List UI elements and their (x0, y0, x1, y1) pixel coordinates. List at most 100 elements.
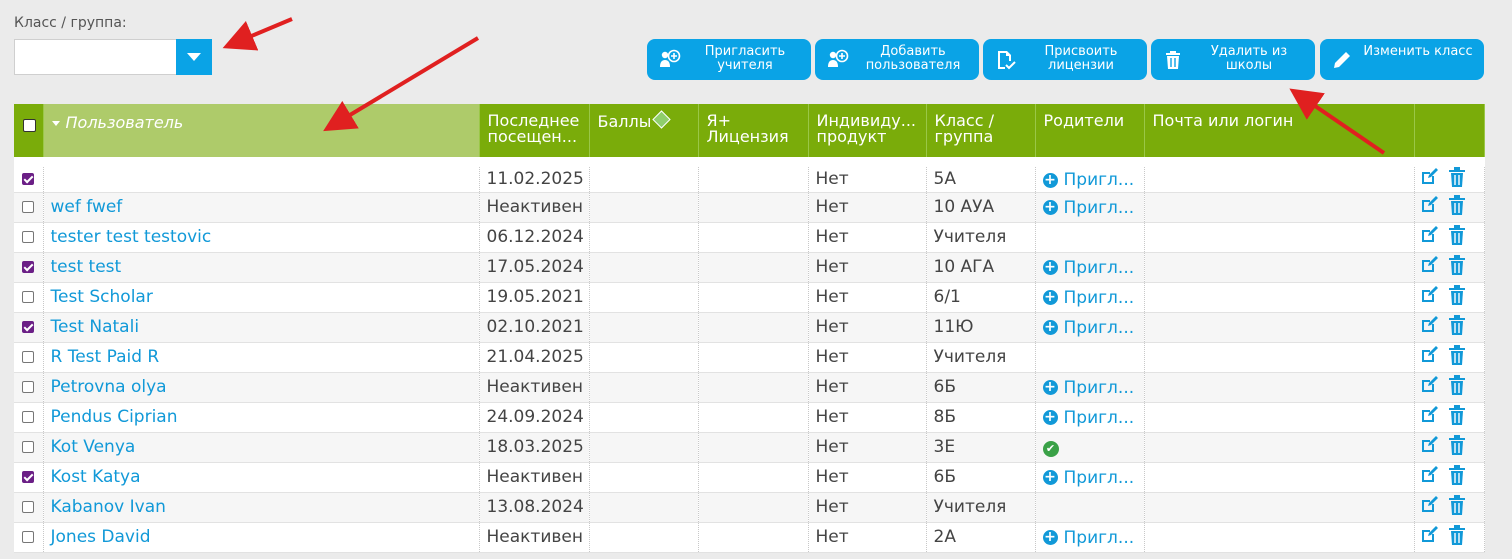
user-name-link[interactable]: Kabanov Ivan (51, 497, 166, 517)
edit-icon[interactable] (1420, 406, 1438, 424)
row-checkbox[interactable] (22, 321, 34, 333)
edit-class-button[interactable]: Изменить класс (1320, 39, 1484, 80)
edit-icon[interactable] (1420, 376, 1438, 394)
edit-icon[interactable] (1420, 346, 1438, 364)
table-row[interactable]: test test 17.05.2024 Нет 10 АГА + Пригл..… (14, 252, 1485, 283)
row-select-cell[interactable] (14, 342, 44, 373)
user-name-link[interactable]: Kost Katya (51, 467, 141, 487)
trash-icon[interactable] (1448, 255, 1466, 275)
edit-icon[interactable] (1420, 286, 1438, 304)
row-checkbox[interactable] (22, 351, 34, 363)
row-select-cell[interactable] (14, 192, 44, 223)
select-all-header[interactable] (14, 104, 44, 162)
table-row[interactable]: Test Scholar 19.05.2021 Нет 6/1 + Пригл..… (14, 282, 1485, 313)
user-name-cell[interactable]: Test Natali (43, 312, 480, 343)
remove-from-school-button[interactable]: Удалить из школы (1151, 39, 1315, 80)
table-row[interactable]: 11.02.2025 Нет 5А + Пригл... (14, 157, 1485, 193)
row-select-cell[interactable] (14, 462, 44, 493)
invite-parent-link[interactable]: + Пригл... (1042, 318, 1134, 338)
row-checkbox[interactable] (22, 471, 34, 483)
invite-parent-link[interactable]: + Пригл... (1042, 258, 1134, 278)
row-checkbox[interactable] (22, 291, 34, 303)
trash-icon[interactable] (1448, 195, 1466, 215)
trash-icon[interactable] (1448, 495, 1466, 515)
table-row[interactable]: wef fwef Неактивен Нет 10 АУА + Пригл... (14, 192, 1485, 223)
column-header-last-visit[interactable]: Последнее посещен... (479, 104, 590, 162)
edit-icon[interactable] (1420, 526, 1438, 544)
row-checkbox[interactable] (22, 173, 34, 186)
row-checkbox[interactable] (22, 261, 34, 273)
invite-parent-link[interactable]: + Пригл... (1042, 288, 1134, 308)
column-header-parents[interactable]: Родители (1035, 104, 1145, 162)
table-row[interactable]: R Test Paid R 21.04.2025 Нет Учителя (14, 342, 1485, 373)
row-select-cell[interactable] (14, 222, 44, 253)
user-name-cell[interactable]: R Test Paid R (43, 342, 480, 373)
column-header-class-group[interactable]: Класс / группа (926, 104, 1036, 162)
user-name-cell[interactable]: Kost Katya (43, 462, 480, 493)
column-header-individual[interactable]: Индивиду... продукт (808, 104, 927, 162)
column-header-user[interactable]: Пользователь (43, 104, 480, 162)
trash-icon[interactable] (1448, 525, 1466, 545)
edit-icon[interactable] (1420, 436, 1438, 454)
invite-parent-link[interactable]: + Пригл... (1042, 468, 1134, 488)
add-user-button[interactable]: Добавить пользователя (815, 39, 979, 80)
table-row[interactable]: Test Natali 02.10.2021 Нет 11Ю + Пригл... (14, 312, 1485, 343)
row-select-cell[interactable] (14, 372, 44, 403)
table-row[interactable]: Kost Katya Неактивен Нет 6Б + Пригл... (14, 462, 1485, 493)
table-row[interactable]: Jones David Неактивен Нет 2А + Пригл... (14, 522, 1485, 553)
user-name-cell[interactable]: Pendus Ciprian (43, 402, 480, 433)
user-name-link[interactable]: Jones David (51, 527, 151, 547)
assign-licenses-button[interactable]: Присвоить лицензии (983, 39, 1147, 80)
user-name-link[interactable]: Test Natali (51, 317, 140, 337)
invite-parent-link[interactable]: + Пригл... (1042, 378, 1134, 398)
row-checkbox[interactable] (22, 231, 34, 243)
user-name-link[interactable]: Pendus Ciprian (51, 407, 178, 427)
trash-icon[interactable] (1448, 465, 1466, 485)
row-select-cell[interactable] (14, 252, 44, 283)
table-row[interactable]: tester test testovic 06.12.2024 Нет Учит… (14, 222, 1485, 253)
user-name-cell[interactable]: tester test testovic (43, 222, 480, 253)
user-name-link[interactable]: test test (51, 257, 122, 277)
row-checkbox[interactable] (22, 411, 34, 423)
edit-icon[interactable] (1420, 496, 1438, 514)
table-row[interactable]: Petrovna olya Неактивен Нет 6Б + Пригл... (14, 372, 1485, 403)
user-name-cell[interactable]: Jones David (43, 522, 480, 553)
invite-teacher-button[interactable]: Пригласить учителя (647, 39, 811, 80)
invite-parent-link[interactable]: + Пригл... (1042, 172, 1134, 190)
row-select-cell[interactable] (14, 522, 44, 553)
user-name-link[interactable]: R Test Paid R (51, 347, 160, 367)
user-name-cell[interactable]: wef fwef (43, 192, 480, 223)
row-checkbox[interactable] (22, 201, 34, 213)
column-header-points[interactable]: Баллы (589, 104, 699, 162)
trash-icon[interactable] (1448, 225, 1466, 245)
edit-icon[interactable] (1420, 226, 1438, 244)
row-checkbox[interactable] (22, 381, 34, 393)
edit-icon[interactable] (1420, 196, 1438, 214)
edit-icon[interactable] (1420, 466, 1438, 484)
row-select-cell[interactable] (14, 157, 44, 193)
user-name-cell[interactable] (43, 157, 480, 193)
user-name-cell[interactable]: Kabanov Ivan (43, 492, 480, 523)
trash-icon[interactable] (1448, 405, 1466, 425)
table-row[interactable]: Kabanov Ivan 13.08.2024 Нет Учителя (14, 492, 1485, 523)
trash-icon[interactable] (1448, 167, 1466, 188)
column-header-email[interactable]: Почта или логин (1144, 104, 1415, 162)
row-checkbox[interactable] (22, 531, 34, 543)
user-name-cell[interactable]: test test (43, 252, 480, 283)
trash-icon[interactable] (1448, 375, 1466, 395)
edit-icon[interactable] (1420, 168, 1438, 186)
trash-icon[interactable] (1448, 285, 1466, 305)
select-all-checkbox[interactable] (23, 119, 36, 132)
user-name-cell[interactable]: Kot Venya (43, 432, 480, 463)
invite-parent-link[interactable]: + Пригл... (1042, 408, 1134, 428)
table-row[interactable]: Kot Venya 18.03.2025 Нет 3Е ✔ (14, 432, 1485, 463)
row-select-cell[interactable] (14, 312, 44, 343)
invite-parent-link[interactable]: + Пригл... (1042, 528, 1134, 548)
trash-icon[interactable] (1448, 315, 1466, 335)
column-header-license[interactable]: Я+ Лицензия (698, 104, 809, 162)
user-name-link[interactable]: Kot Venya (51, 437, 136, 457)
user-name-link[interactable]: Petrovna olya (51, 377, 167, 397)
class-filter-select[interactable] (14, 39, 212, 75)
user-name-link[interactable]: Test Scholar (51, 287, 153, 307)
trash-icon[interactable] (1448, 435, 1466, 455)
